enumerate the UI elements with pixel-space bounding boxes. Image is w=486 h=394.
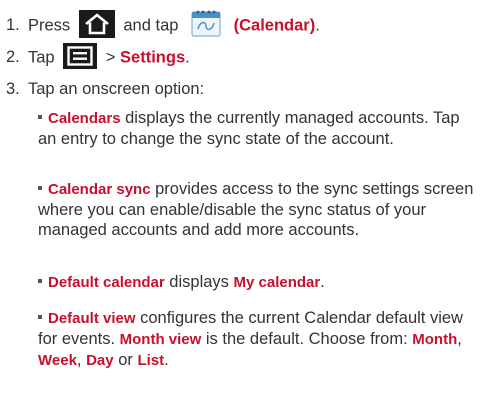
bullet-marker xyxy=(38,114,42,119)
calendars-term: Calendars xyxy=(48,110,121,127)
step-text: Tap an onscreen option: xyxy=(28,80,205,98)
default-view-term: Default view xyxy=(48,310,136,327)
step-3: 3. Tap an onscreen option: xyxy=(6,79,204,99)
step-text: Press xyxy=(28,16,71,35)
step-2: 2. Tap > Settings. xyxy=(6,43,190,71)
bullet-end: . xyxy=(164,351,169,369)
my-calendar-term: My calendar xyxy=(233,274,321,291)
bullet-text: is the default. Choose from: xyxy=(201,330,413,348)
menu-icon xyxy=(63,43,98,69)
bullet-text: displays xyxy=(164,273,234,291)
option-list: List xyxy=(137,352,165,369)
separator: or xyxy=(113,351,138,369)
step-separator: > xyxy=(105,48,116,67)
settings-term: Settings xyxy=(120,48,186,67)
step-end: . xyxy=(185,48,190,67)
bullet-end: . xyxy=(320,273,325,291)
bullet-marker xyxy=(38,314,42,319)
instruction-page: 1. Press and tap (Calendar). 2. Tap > Se… xyxy=(0,0,486,394)
step-text: and tap xyxy=(123,16,179,35)
default-calendar-term: Default calendar xyxy=(48,274,165,291)
separator: , xyxy=(457,330,462,348)
list-item: Default view configures the current Cale… xyxy=(38,308,478,371)
step-number: 2. xyxy=(6,48,20,67)
bullet-marker xyxy=(38,278,42,283)
list-item: Calendars displays the currently managed… xyxy=(38,108,478,149)
list-item: Calendar sync provides access to the syn… xyxy=(38,179,478,240)
calendar-term: (Calendar) xyxy=(233,16,316,35)
option-day: Day xyxy=(86,352,114,369)
list-item: Default calendar displays My calendar. xyxy=(38,272,478,293)
calendar-sync-term: Calendar sync xyxy=(48,181,151,198)
option-week: Week xyxy=(38,352,77,369)
step-text: Tap xyxy=(28,48,55,67)
separator: , xyxy=(76,351,87,369)
calendar-icon xyxy=(189,7,223,39)
step-number: 1. xyxy=(6,16,20,35)
option-month: Month xyxy=(412,331,458,348)
month-view-term: Month view xyxy=(119,331,202,348)
home-icon xyxy=(78,10,115,38)
bullet-marker xyxy=(38,185,42,190)
step-1: 1. Press and tap (Calendar). xyxy=(6,10,320,42)
step-end: . xyxy=(315,16,320,35)
step-number: 3. xyxy=(6,80,20,98)
